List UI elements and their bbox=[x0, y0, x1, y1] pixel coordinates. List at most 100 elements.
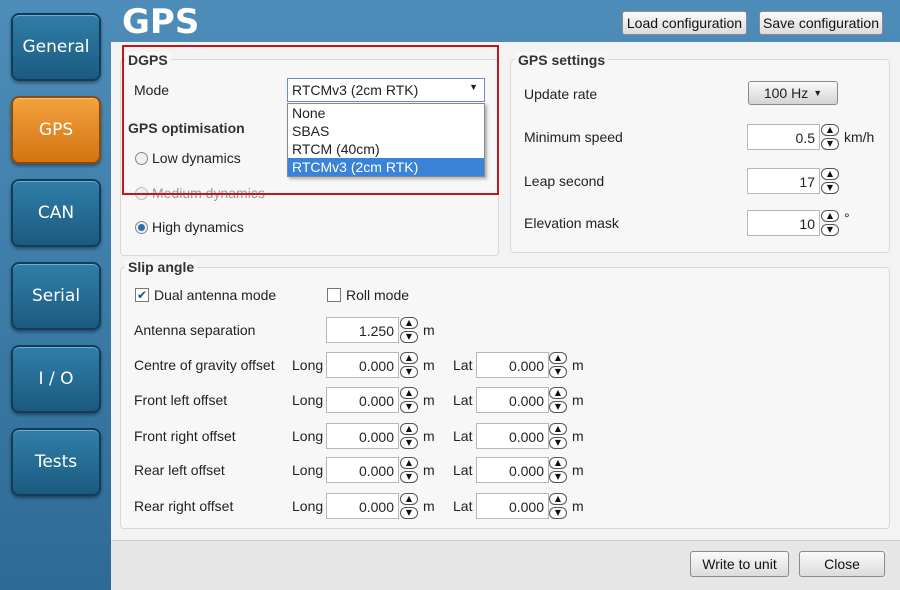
long-offset-spinner[interactable]: ▲ ▼ bbox=[400, 457, 418, 483]
lat-offset-input[interactable]: 0.000 bbox=[476, 352, 549, 378]
leap-second-input[interactable]: 17 bbox=[747, 168, 820, 194]
spin-down-icon[interactable]: ▼ bbox=[400, 366, 418, 378]
antenna-separation-input[interactable]: 1.250 bbox=[326, 317, 399, 343]
spin-up-icon[interactable]: ▲ bbox=[400, 457, 418, 469]
mode-option-sbas[interactable]: SBAS bbox=[288, 122, 484, 140]
sidebar-item-tests[interactable]: Tests bbox=[11, 428, 101, 496]
dual-antenna-checkbox[interactable]: ✔ bbox=[135, 288, 149, 302]
minimum-speed-input[interactable]: 0.5 bbox=[747, 124, 820, 150]
medium-dynamics-radio[interactable] bbox=[135, 187, 148, 200]
minimum-speed-spinner[interactable]: ▲ ▼ bbox=[821, 124, 839, 150]
save-configuration-button[interactable]: Save configuration bbox=[759, 11, 883, 35]
lat-offset-spinner[interactable]: ▲ ▼ bbox=[549, 352, 567, 378]
spin-up-icon[interactable]: ▲ bbox=[400, 423, 418, 435]
unit-m-label: m bbox=[572, 392, 584, 408]
spin-up-icon[interactable]: ▲ bbox=[549, 457, 567, 469]
spin-down-icon[interactable]: ▼ bbox=[549, 401, 567, 413]
spin-down-icon[interactable]: ▼ bbox=[400, 437, 418, 449]
close-button[interactable]: Close bbox=[799, 551, 885, 577]
spin-down-icon[interactable]: ▼ bbox=[821, 138, 839, 150]
mode-option-rtcmv3[interactable]: RTCMv3 (2cm RTK) bbox=[288, 158, 484, 176]
mode-option-none[interactable]: None bbox=[288, 104, 484, 122]
lat-offset-input[interactable]: 0.000 bbox=[476, 423, 549, 449]
lat-label: Lat bbox=[453, 498, 473, 514]
spin-down-icon[interactable]: ▼ bbox=[549, 507, 567, 519]
spin-up-icon[interactable]: ▲ bbox=[821, 168, 839, 180]
spin-up-icon[interactable]: ▲ bbox=[821, 124, 839, 136]
lat-label: Lat bbox=[453, 428, 473, 444]
spin-down-icon[interactable]: ▼ bbox=[400, 507, 418, 519]
gps-settings-title: GPS settings bbox=[515, 52, 609, 68]
mode-label: Mode bbox=[134, 82, 170, 98]
spin-down-icon[interactable]: ▼ bbox=[400, 471, 418, 483]
page-title: GPS bbox=[122, 2, 200, 42]
spin-up-icon[interactable]: ▲ bbox=[549, 352, 567, 364]
lat-offset-input[interactable]: 0.000 bbox=[476, 457, 549, 483]
sidebar: General GPS CAN Serial I / O Tests bbox=[0, 0, 110, 590]
spin-up-icon[interactable]: ▲ bbox=[821, 210, 839, 222]
long-offset-spinner[interactable]: ▲ ▼ bbox=[400, 387, 418, 413]
spin-down-icon[interactable]: ▼ bbox=[549, 366, 567, 378]
lat-offset-input[interactable]: 0.000 bbox=[476, 387, 549, 413]
medium-dynamics-label: Medium dynamics bbox=[152, 185, 265, 201]
spin-up-icon[interactable]: ▲ bbox=[549, 493, 567, 505]
long-label: Long bbox=[292, 462, 324, 478]
dgps-group-title: DGPS bbox=[125, 52, 171, 68]
spin-down-icon[interactable]: ▼ bbox=[821, 182, 839, 194]
unit-m-label: m bbox=[572, 498, 584, 514]
sidebar-item-can[interactable]: CAN bbox=[11, 179, 101, 247]
long-offset-input[interactable]: 0.000 bbox=[326, 387, 399, 413]
lat-label: Lat bbox=[453, 392, 473, 408]
long-offset-spinner[interactable]: ▲ ▼ bbox=[400, 423, 418, 449]
spin-down-icon[interactable]: ▼ bbox=[549, 437, 567, 449]
spin-up-icon[interactable]: ▲ bbox=[400, 493, 418, 505]
lat-offset-spinner[interactable]: ▲ ▼ bbox=[549, 493, 567, 519]
mode-select[interactable]: RTCMv3 (2cm RTK) ▼ bbox=[287, 78, 485, 102]
long-label: Long bbox=[292, 357, 324, 373]
update-rate-select[interactable]: 100 Hz ▼ bbox=[748, 81, 838, 105]
high-dynamics-label: High dynamics bbox=[152, 219, 244, 235]
long-offset-input[interactable]: 0.000 bbox=[326, 352, 399, 378]
sidebar-item-serial[interactable]: Serial bbox=[11, 262, 101, 330]
spin-up-icon[interactable]: ▲ bbox=[400, 387, 418, 399]
spin-up-icon[interactable]: ▲ bbox=[400, 317, 418, 329]
high-dynamics-radio[interactable] bbox=[135, 221, 148, 234]
leap-second-spinner[interactable]: ▲ ▼ bbox=[821, 168, 839, 194]
lat-offset-spinner[interactable]: ▲ ▼ bbox=[549, 457, 567, 483]
antenna-separation-label: Antenna separation bbox=[134, 322, 256, 338]
sidebar-item-gps[interactable]: GPS bbox=[11, 96, 101, 164]
load-configuration-button[interactable]: Load configuration bbox=[622, 11, 747, 35]
spin-up-icon[interactable]: ▲ bbox=[400, 352, 418, 364]
lat-offset-spinner[interactable]: ▲ ▼ bbox=[549, 387, 567, 413]
low-dynamics-radio[interactable] bbox=[135, 152, 148, 165]
long-offset-spinner[interactable]: ▲ ▼ bbox=[400, 352, 418, 378]
long-offset-input[interactable]: 0.000 bbox=[326, 493, 399, 519]
unit-m-label: m bbox=[423, 428, 435, 444]
long-offset-input[interactable]: 0.000 bbox=[326, 457, 399, 483]
spin-up-icon[interactable]: ▲ bbox=[549, 387, 567, 399]
lat-offset-spinner[interactable]: ▲ ▼ bbox=[549, 423, 567, 449]
spin-down-icon[interactable]: ▼ bbox=[821, 224, 839, 236]
antenna-separation-spinner[interactable]: ▲ ▼ bbox=[400, 317, 418, 343]
mode-select-value: RTCMv3 (2cm RTK) bbox=[292, 82, 419, 98]
lat-label: Lat bbox=[453, 462, 473, 478]
spin-down-icon[interactable]: ▼ bbox=[549, 471, 567, 483]
elevation-mask-input[interactable]: 10 bbox=[747, 210, 820, 236]
spin-down-icon[interactable]: ▼ bbox=[400, 401, 418, 413]
offset-row-label: Front left offset bbox=[134, 392, 228, 408]
long-label: Long bbox=[292, 428, 324, 444]
spin-down-icon[interactable]: ▼ bbox=[400, 331, 418, 343]
lat-offset-input[interactable]: 0.000 bbox=[476, 493, 549, 519]
minimum-speed-unit: km/h bbox=[844, 129, 875, 145]
sidebar-item-general[interactable]: General bbox=[11, 13, 101, 81]
sidebar-item-io[interactable]: I / O bbox=[11, 345, 101, 413]
low-dynamics-label: Low dynamics bbox=[152, 150, 241, 166]
elevation-mask-spinner[interactable]: ▲ ▼ bbox=[821, 210, 839, 236]
spin-up-icon[interactable]: ▲ bbox=[549, 423, 567, 435]
write-to-unit-button[interactable]: Write to unit bbox=[690, 551, 789, 577]
roll-mode-checkbox[interactable] bbox=[327, 288, 341, 302]
long-offset-input[interactable]: 0.000 bbox=[326, 423, 399, 449]
mode-option-rtcm[interactable]: RTCM (40cm) bbox=[288, 140, 484, 158]
offset-row-label: Rear right offset bbox=[134, 498, 234, 514]
long-offset-spinner[interactable]: ▲ ▼ bbox=[400, 493, 418, 519]
